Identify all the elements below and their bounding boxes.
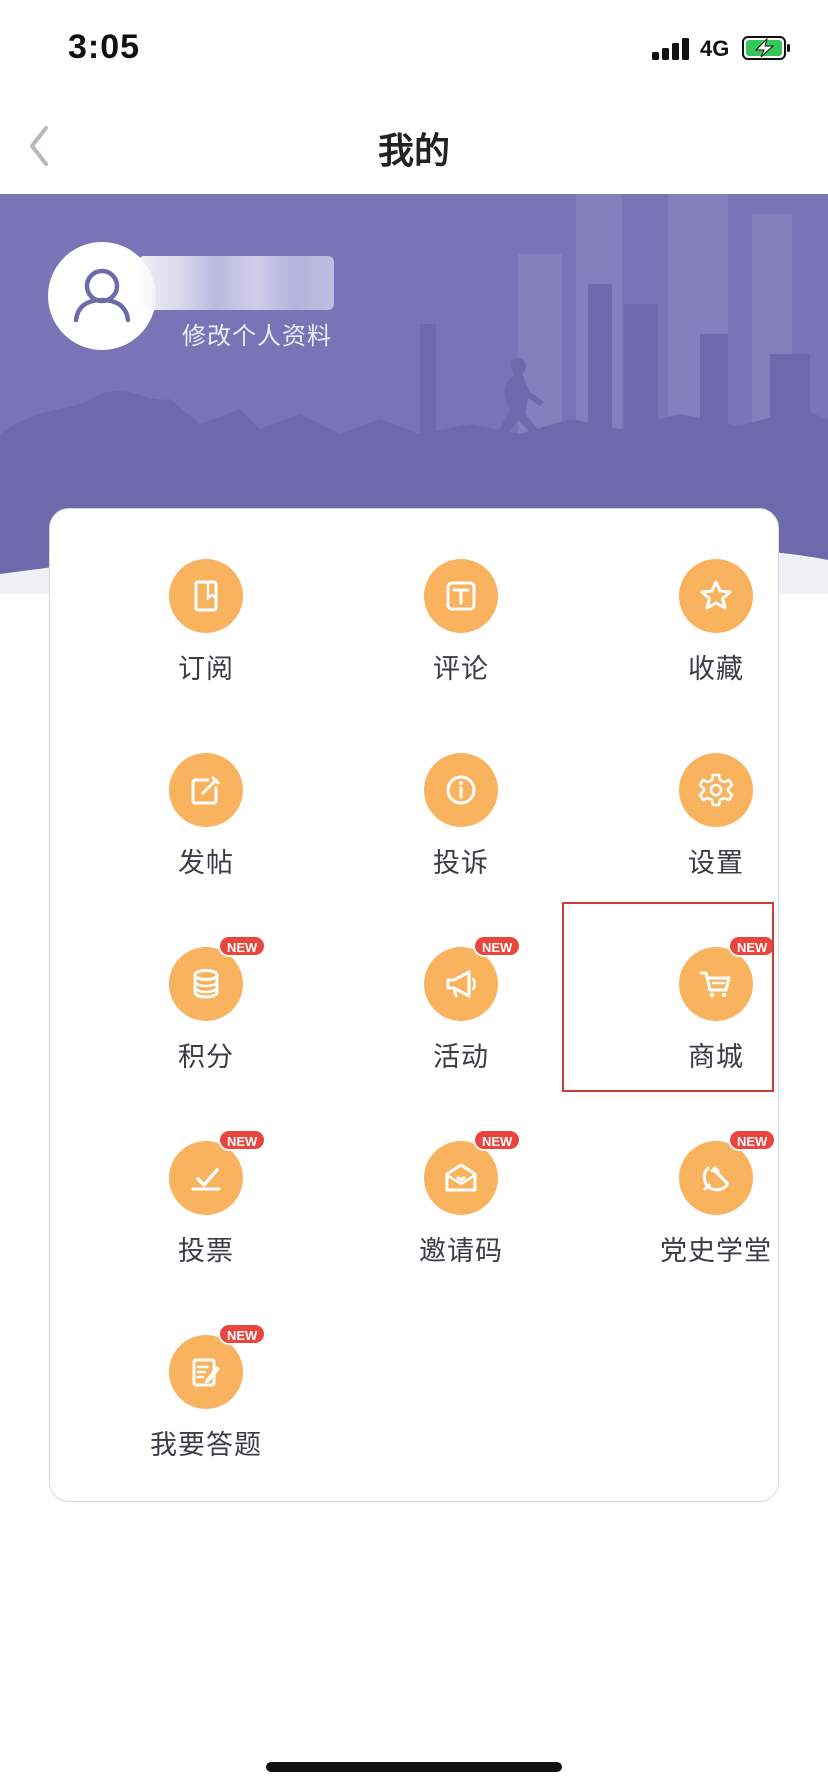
menu-item-comments[interactable]: 评论 [351,559,571,719]
menu-item-subscribe[interactable]: 订阅 [96,559,316,719]
menu-item-vote[interactable]: NEW 投票 [96,1129,316,1301]
new-badge: NEW [728,1129,777,1151]
network-type: 4G [700,36,730,61]
new-badge: NEW [218,935,267,957]
edit-profile-link[interactable]: 修改个人资料 [182,316,332,351]
hammer-sickle-icon [702,1166,729,1192]
menu-label: 收藏 [688,654,744,685]
menu-item-post[interactable]: 发帖 [96,753,316,913]
menu-label: 我要答题 [150,1430,262,1461]
username-redacted [138,256,334,310]
quiz-icon [192,1358,220,1387]
info-icon [446,775,476,805]
text-icon [446,581,476,611]
home-indicator[interactable] [266,1762,562,1772]
navigation-bar: 我的 [0,100,828,194]
menu-label: 设置 [688,848,744,879]
menu-label: 邀请码 [419,1236,503,1267]
new-badge: NEW [218,1323,267,1345]
gear-icon [698,773,734,807]
menu-item-favorites[interactable]: 收藏 [606,559,826,719]
vote-icon [191,1168,221,1191]
signal-icon [652,38,690,60]
envelope-heart-icon [445,1163,477,1192]
menu-label: 积分 [178,1042,234,1073]
edit-icon [191,776,220,805]
status-time: 3:05 [68,28,141,66]
menu-item-points[interactable]: NEW 积分 [96,935,316,1107]
new-badge: NEW [218,1129,267,1151]
coins-icon [193,969,219,999]
my-page-screen: 3:05 4G 我的 修改个人资料 订阅 评论 收藏 发帖 投诉 设置 NEW … [0,0,828,1792]
menu-item-settings[interactable]: 设置 [606,753,826,913]
page-title: 我的 [377,131,450,172]
menu-item-party-history[interactable]: NEW 党史学堂 [606,1129,826,1301]
menu-label: 发帖 [178,848,234,879]
status-bar: 3:05 4G [0,0,828,100]
menu-label: 投票 [178,1236,234,1267]
highlight-box-mall [562,902,774,1092]
new-badge: NEW [473,1129,522,1151]
menu-label: 投诉 [433,848,489,879]
menu-label: 订阅 [178,654,234,685]
menu-item-invite-code[interactable]: NEW 邀请码 [351,1129,571,1301]
new-badge: NEW [473,935,522,957]
book-icon [194,580,218,612]
megaphone-icon [446,970,476,998]
battery-charging-icon [742,36,790,60]
menu-item-quiz[interactable]: NEW 我要答题 [96,1323,316,1495]
menu-label: 党史学堂 [660,1236,772,1267]
menu-item-complaint[interactable]: 投诉 [351,753,571,913]
star-icon [700,580,732,610]
menu-label: 活动 [433,1042,489,1073]
menu-label: 评论 [433,654,489,685]
menu-item-activities[interactable]: NEW 活动 [351,935,571,1107]
